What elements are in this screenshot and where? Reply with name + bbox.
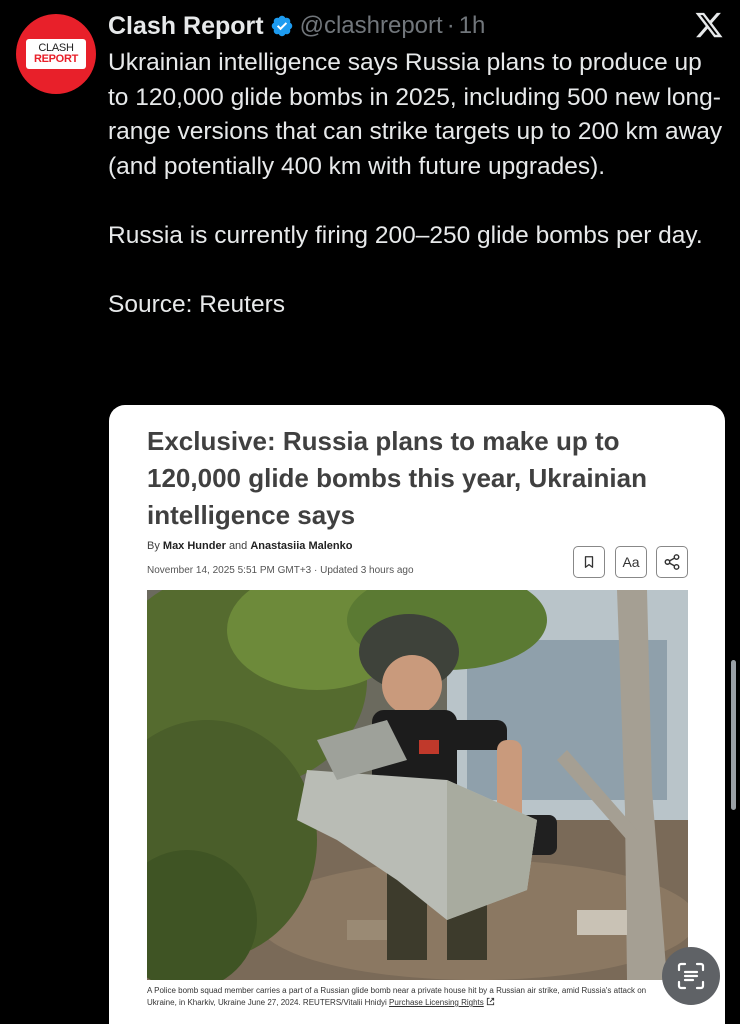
photo-caption: A Police bomb squad member carries a par… bbox=[147, 985, 677, 1009]
author-handle[interactable]: @clashreport bbox=[300, 12, 443, 40]
tweet-source: Source: Reuters bbox=[108, 290, 286, 318]
avatar-line2: REPORT bbox=[33, 53, 79, 65]
x-logo-icon[interactable] bbox=[694, 10, 724, 40]
external-link-icon bbox=[486, 997, 495, 1006]
avatar[interactable]: CLASH REPORT bbox=[16, 14, 96, 94]
licensing-link[interactable]: Purchase Licensing Rights bbox=[389, 998, 484, 1007]
article-card[interactable]: Exclusive: Russia plans to make up to 12… bbox=[109, 405, 725, 1024]
text-scan-icon bbox=[677, 962, 705, 990]
author-name[interactable]: Clash Report bbox=[108, 12, 264, 41]
separator-dot: · bbox=[446, 12, 455, 39]
text-scan-button[interactable] bbox=[662, 947, 720, 1005]
byline-and: and bbox=[228, 540, 248, 552]
post-time[interactable]: 1h bbox=[459, 12, 486, 40]
byline-by: By bbox=[147, 540, 160, 552]
bookmark-icon bbox=[584, 556, 594, 568]
share-icon bbox=[664, 554, 680, 570]
clash-report-logo: CLASH REPORT bbox=[26, 39, 86, 69]
bookmark-button[interactable] bbox=[573, 546, 605, 578]
tweet-body: Ukrainian intelligence says Russia plans… bbox=[108, 46, 728, 322]
article-dateline: November 14, 2025 5:51 PM GMT+3 · Update… bbox=[147, 565, 414, 576]
article-headline: Exclusive: Russia plans to make up to 12… bbox=[147, 426, 647, 530]
tweet-paragraph: Ukrainian intelligence says Russia plans… bbox=[108, 49, 723, 180]
scrollbar-thumb[interactable] bbox=[731, 660, 736, 810]
article-byline: By Max Hunder and Anastasiia Malenko bbox=[147, 540, 352, 552]
byline-author: Anastasiia Malenko bbox=[250, 540, 353, 552]
verified-badge-icon bbox=[270, 14, 294, 38]
article-photo[interactable] bbox=[147, 590, 688, 980]
tweet-header: Clash Report @clashreport · 1h bbox=[108, 10, 485, 42]
text-size-button[interactable]: Aa bbox=[615, 546, 647, 578]
share-button[interactable] bbox=[656, 546, 688, 578]
text-size-label: Aa bbox=[622, 554, 640, 570]
tweet-paragraph: Russia is currently firing 200–250 glide… bbox=[108, 221, 703, 249]
byline-author: Max Hunder bbox=[162, 540, 226, 552]
